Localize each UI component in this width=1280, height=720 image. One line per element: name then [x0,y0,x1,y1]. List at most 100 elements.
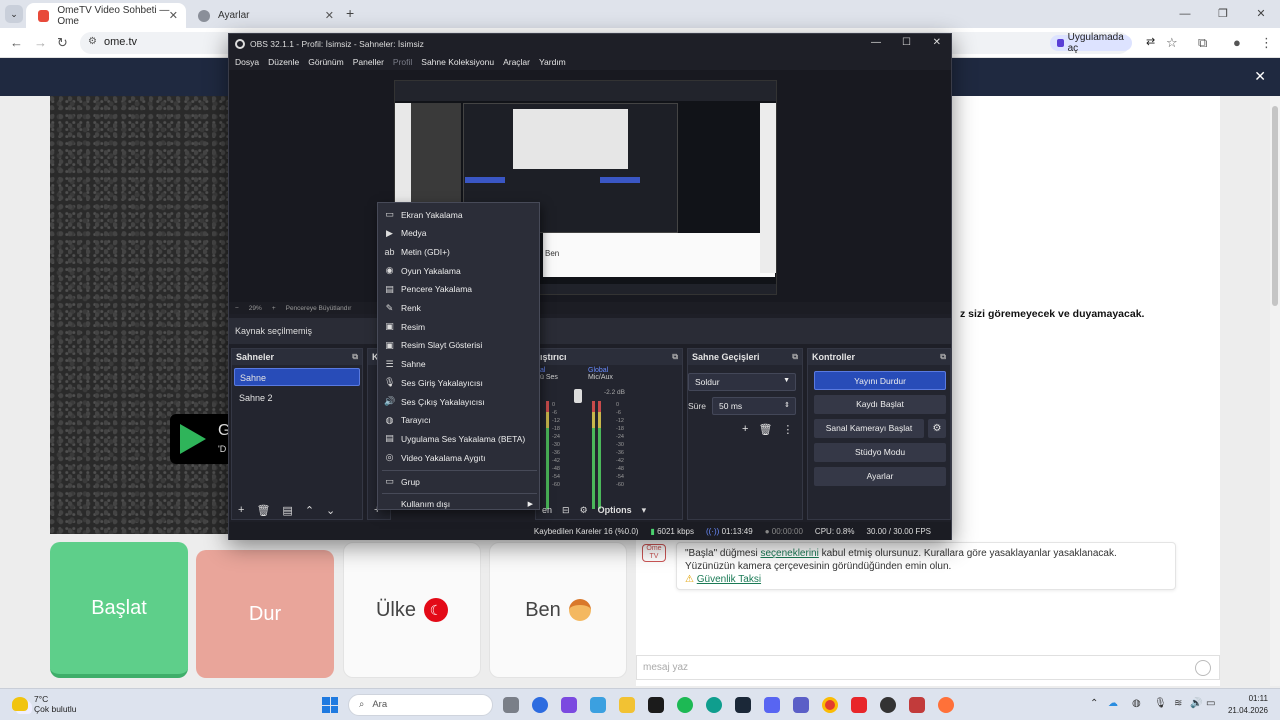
steam-icon[interactable] [735,697,751,713]
nvidia-icon[interactable] [648,697,664,713]
zoom-out-icon[interactable]: − [235,305,239,312]
profile-avatar[interactable]: ● [1233,35,1241,50]
context-menu-item[interactable]: ◍ Tarayıcı [378,412,539,429]
more-icon[interactable]: ⋮ [782,423,793,436]
open-in-app-button[interactable]: Uygulamada aç [1050,32,1133,54]
move-up-icon[interactable]: ⌃ [305,504,314,517]
mixer-options-button[interactable]: Options [598,505,632,515]
context-menu-item[interactable]: ▣ Resim Slayt Gösterisi [378,337,539,354]
context-menu-item[interactable]: Kullanım dışı ▶ [378,496,539,513]
obs-taskbar-icon[interactable] [880,697,896,713]
add-icon[interactable]: + [238,504,244,516]
onedrive-icon[interactable]: ☁ [1108,698,1118,709]
file-explorer-icon[interactable] [619,697,635,713]
transition-select[interactable]: Soldur ▼ [688,373,796,391]
stop-stream-button[interactable]: Yayını Durdur [814,371,946,390]
store-icon[interactable] [590,697,606,713]
wifi-icon[interactable]: ≋ [1174,698,1182,709]
filter-icon[interactable]: ▤ [282,504,292,517]
undock-icon[interactable]: ⧉ [940,349,946,365]
close-tab-icon[interactable]: ✕ [325,9,334,22]
tab-ometv[interactable]: OmeTV Video Sohbeti — Ome ✕ [26,3,186,28]
battery-icon[interactable]: ▭ [1206,698,1215,709]
stop-button[interactable]: Dur [196,550,334,678]
menu-profile[interactable]: Profil [393,57,412,67]
menu-tools[interactable]: Araçlar [503,57,530,67]
country-button[interactable]: Ülke ☾ [343,542,481,678]
duration-spinbox[interactable]: 50 ms ⇕ [712,397,796,415]
scene-item[interactable]: Sahne 2 [234,389,360,407]
task-view-icon[interactable] [503,697,519,713]
obs-maximize-icon[interactable]: ☐ [902,37,911,48]
context-menu-item[interactable]: 🔊 Ses Çıkış Yakalayıcısı [378,393,539,410]
microphone-icon[interactable]: 🎙 [1154,698,1167,709]
close-tab-icon[interactable]: ✕ [169,9,178,22]
context-menu-item[interactable]: ▤ Uygulama Ses Yakalama (BETA) [378,430,539,447]
context-menu-item[interactable]: ▭ Grup [378,473,539,490]
undock-icon[interactable]: ⧉ [792,349,798,365]
zoom-in-icon[interactable]: + [272,305,276,312]
context-menu-item[interactable]: 🎙 Ses Giriş Yakalayıcısı [378,374,539,391]
virtual-camera-settings-icon[interactable]: ⚙ [928,419,946,438]
context-menu-item[interactable]: ▣ Resim [378,318,539,335]
obs-close-icon[interactable]: ✕ [933,37,941,48]
context-menu-item[interactable]: ☰ Sahne [378,356,539,373]
bookmark-star-icon[interactable]: ☆ [1166,35,1178,51]
scene-item[interactable]: Sahne [234,368,360,386]
reload-icon[interactable]: ↻ [57,35,68,51]
mixer-settings-icon[interactable]: ⚙ [580,505,588,516]
trash-icon[interactable]: 🗑 [758,423,772,436]
clock[interactable]: 01:11 21.04.2026 [1228,693,1268,717]
close-icon[interactable]: ✕ [1254,68,1266,85]
context-menu-item[interactable]: ▤ Pencere Yakalama [378,281,539,298]
spin-arrows-icon[interactable]: ⇕ [784,401,790,409]
scrollbar-thumb[interactable] [1272,106,1278,306]
mixer-layout-icon[interactable]: ⊟ [562,505,570,516]
browser-menu-icon[interactable]: ⋮ [1260,35,1273,51]
menu-file[interactable]: Dosya [235,57,259,67]
volume-icon[interactable]: 🔊 [1190,698,1202,709]
tab-search-button[interactable]: ⌄ [5,5,23,23]
minimize-icon[interactable]: — [1166,0,1204,28]
site-info-icon[interactable]: ⚙ [88,36,97,47]
teams-icon[interactable] [793,697,809,713]
emoji-icon[interactable] [1195,660,1211,676]
translate-icon[interactable]: ⇄ [1146,35,1155,48]
start-button[interactable]: Başlat [50,542,188,678]
studio-mode-button[interactable]: Stüdyo Modu [814,443,946,462]
weather-widget[interactable]: 7°C Çok bulutlu [12,694,77,714]
maximize-icon[interactable]: ❐ [1204,0,1242,28]
context-menu-item[interactable]: ◉ Oyun Yakalama [378,262,539,279]
options-link[interactable]: seçeneklerini [760,548,818,559]
menu-docks[interactable]: Paneller [353,57,384,67]
start-virtual-camera-button[interactable]: Sanal Kamerayı Başlat [814,419,924,438]
windows-start-icon[interactable] [322,697,338,713]
menu-scene-collection[interactable]: Sahne Koleksiyonu [421,57,494,67]
forward-icon[interactable]: → [34,35,47,50]
trash-icon[interactable]: 🗑 [256,504,270,517]
close-window-icon[interactable]: ✕ [1242,0,1280,28]
app-icon[interactable] [909,697,925,713]
context-menu-item[interactable]: ▶ Medya [378,225,539,242]
spotify-icon[interactable] [677,697,693,713]
page-scrollbar[interactable] [1270,96,1280,686]
context-menu-item[interactable]: ab Metin (GDI+) [378,243,539,260]
context-menu-item[interactable]: ✎ Renk [378,300,539,317]
discord-icon[interactable] [764,697,780,713]
zoom-fit[interactable]: Pencereye Büyütlandır [286,305,352,312]
back-icon[interactable]: ← [10,35,23,50]
volume-fader[interactable] [574,388,582,403]
start-recording-button[interactable]: Kaydı Başlat [814,395,946,414]
edge-icon[interactable] [706,697,722,713]
copilot-icon[interactable] [561,697,577,713]
menu-help[interactable]: Yardım [539,57,566,67]
add-icon[interactable]: + [742,423,748,436]
me-button[interactable]: Ben [489,542,627,678]
yandex-icon[interactable] [851,697,867,713]
new-tab-button[interactable]: + [346,5,354,21]
firefox-icon[interactable] [938,697,954,713]
context-menu-item[interactable]: ◎ Video Yakalama Aygıtı [378,449,539,466]
context-menu-item[interactable]: ▭ Ekran Yakalama [378,206,539,223]
ea-app-icon[interactable] [532,697,548,713]
move-down-icon[interactable]: ⌄ [326,504,335,517]
